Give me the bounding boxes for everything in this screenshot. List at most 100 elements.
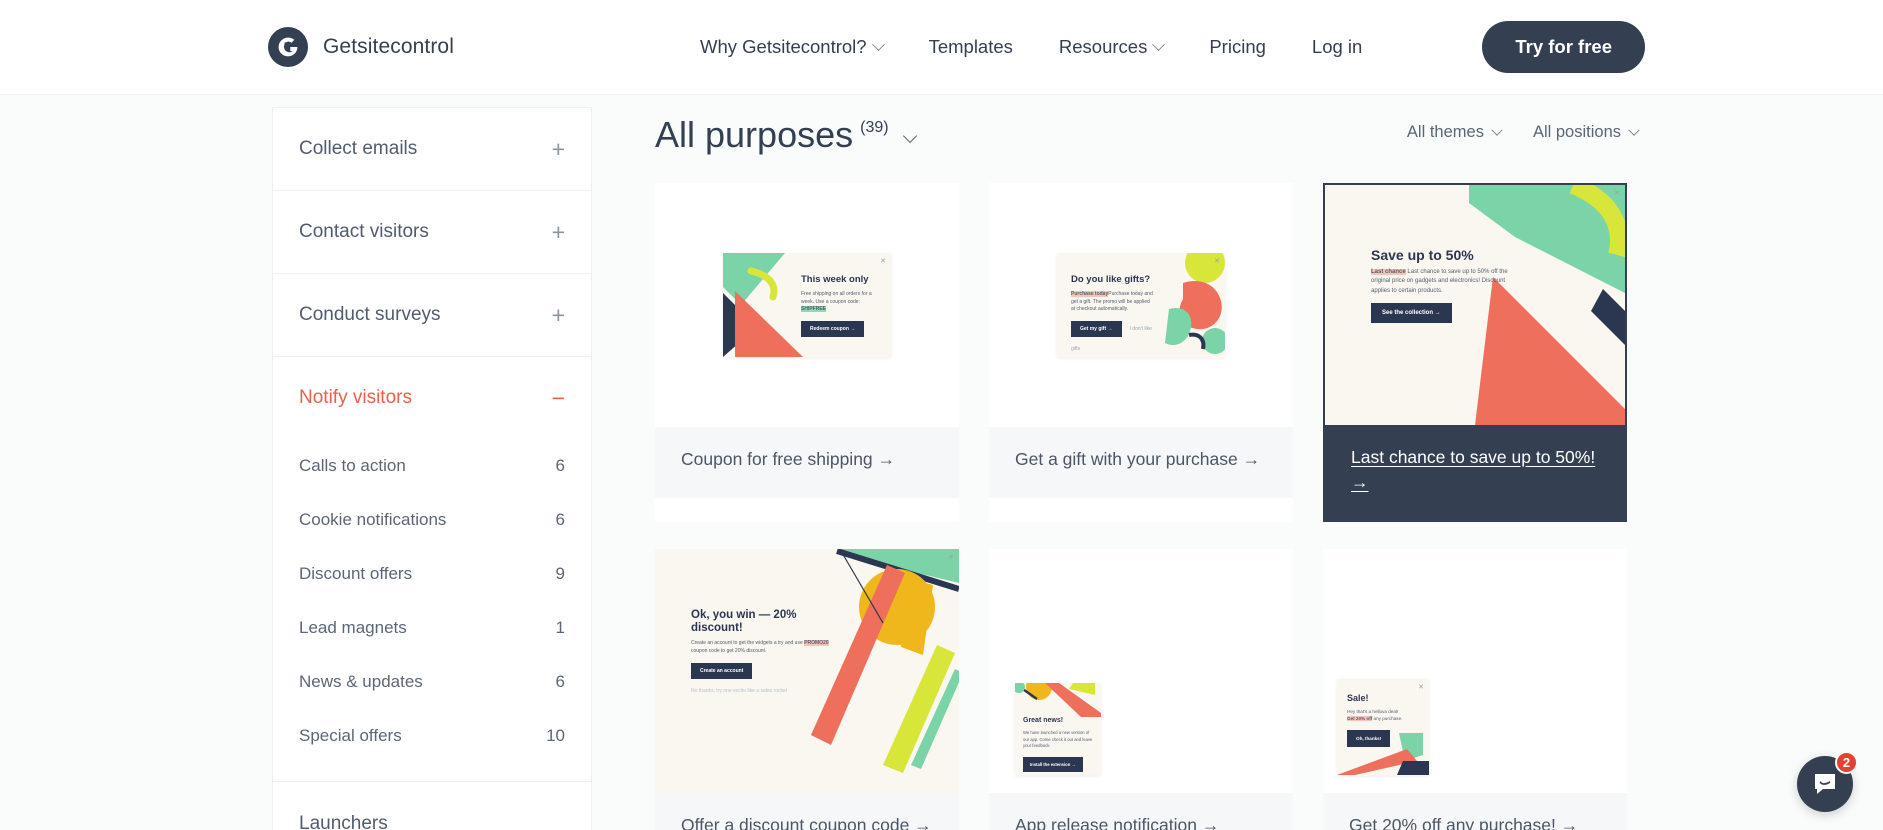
filter-all-positions[interactable]: All positions [1533,123,1640,142]
template-caption-text: Last chance to save up to 50%! → [1351,447,1596,492]
sidebar-subitem-list: Calls to action 6 Cookie notifications 6… [299,439,565,781]
template-caption-text: Offer a discount coupon code → [681,815,932,830]
sidebar-group-launchers: Launchers [273,782,591,830]
templates-main: All purposes (39) All themes All positio… [655,95,1883,830]
template-caption-text: Get a gift with your purchase → [1015,449,1261,469]
plus-icon: + [551,218,565,245]
template-card-featured[interactable]: ✕ Save up to 50% Last chance Last chance… [1323,183,1627,522]
nav-item-pricing[interactable]: Pricing [1209,36,1266,58]
sidebar-group-notify-visitors: Notify visitors − Calls to action 6 Cook… [273,357,591,782]
widget-mock: ✕ Save up to 50% Last chance Last chance… [1325,185,1625,425]
try-for-free-button[interactable]: Try for free [1482,21,1645,73]
nav-item-templates[interactable]: Templates [929,36,1013,58]
chat-launcher-button[interactable]: 2 [1797,751,1858,812]
chevron-down-icon [871,37,885,51]
widget-button: Install the extension → [1023,756,1083,772]
widget-body: Hey that's a helluva deal! Get 20% off a… [1347,709,1403,722]
template-preview: ✕ Sale! Hey that's a helluva deal! Get 2… [1323,549,1627,793]
widget-mock: Great news! We have launched a new versi… [1015,683,1101,775]
sidebar-group-contact-visitors: Contact visitors + [273,191,591,274]
template-card[interactable]: Great news! We have launched a new versi… [989,549,1293,830]
plus-icon: + [551,301,565,328]
sidebar-item-cookie-notifications[interactable]: Cookie notifications 6 [299,493,565,547]
plus-icon: + [551,135,565,162]
template-caption-text: Get 20% off any purchase! → [1349,815,1579,830]
widget-heading: Do you like gifts? [1071,274,1151,285]
sidebar-item-count: 6 [555,510,565,529]
main-header: All purposes (39) All themes All positio… [655,95,1883,171]
chat-unread-badge: 2 [1835,751,1858,774]
brand-name: Getsitecontrol [323,35,454,58]
widget-heading: Sale! [1347,693,1369,703]
sidebar-group-label: Launchers [299,813,388,830]
template-preview: ✕ Ok, you win — 20% discount! Create an … [655,549,959,793]
nav-label: Why Getsitecontrol? [700,36,867,57]
template-caption: Get a gift with your purchase → [989,427,1293,498]
template-card[interactable]: ✕ Sale! Hey that's a helluva deal! Get 2… [1323,549,1627,830]
template-card[interactable]: ✕ Do you like gifts? Purchase todayPurch… [989,183,1293,522]
template-caption-text: App release notification → [1015,815,1220,830]
sidebar-group-label: Contact visitors [299,221,429,242]
sidebar-item-news-and-updates[interactable]: News & updates 6 [299,655,565,709]
sidebar-item-calls-to-action[interactable]: Calls to action 6 [299,439,565,493]
widget-body: Free shipping on all orders for a week. … [801,290,872,313]
sidebar-group-toggle-conduct-surveys[interactable]: Conduct surveys + [299,274,565,356]
sidebar-group-toggle-launchers[interactable]: Launchers [299,782,565,830]
chevron-down-icon [902,128,917,144]
nav-item-resources[interactable]: Resources [1059,36,1166,58]
sidebar-item-count: 6 [555,456,565,475]
sidebar-item-lead-magnets[interactable]: Lead magnets 1 [299,601,565,655]
widget-mock: ✕ Do you like gifts? Purchase todayPurch… [1057,253,1225,357]
filter-all-themes[interactable]: All themes [1406,123,1503,142]
chat-bubble-smile-icon [1815,774,1835,794]
chevron-down-icon [1628,124,1640,136]
nav-item-why-getsitecontrol[interactable]: Why Getsitecontrol? [700,36,885,58]
sidebar-group-toggle-notify-visitors[interactable]: Notify visitors − [299,357,565,439]
sidebar-item-discount-offers[interactable]: Discount offers 9 [299,547,565,601]
template-caption-text: Coupon for free shipping → [681,449,896,469]
sidebar-group-toggle-contact-visitors[interactable]: Contact visitors + [299,191,565,273]
nav-label: Log in [1311,36,1363,57]
template-caption: Last chance to save up to 50%! → [1325,425,1625,520]
widget-mock: ✕ Ok, you win — 20% discount! Create an … [655,549,959,793]
page-body: Collect emails + Contact visitors + Cond… [0,95,1883,830]
nav-item-login[interactable]: Log in [1312,36,1362,58]
widget-button: Get my gift → [1071,321,1122,338]
widget-mock: ✕ This week only Free shipping on all or… [723,253,891,357]
sidebar-item-special-offers[interactable]: Special offers 10 [299,709,565,763]
sidebar-group-toggle-collect-emails[interactable]: Collect emails + [299,108,565,190]
template-caption: Offer a discount coupon code → [655,793,959,830]
template-card[interactable]: ✕ Ok, you win — 20% discount! Create an … [655,549,959,830]
sidebar-group-label: Conduct surveys [299,304,441,325]
sidebar-item-label: Discount offers [299,564,413,583]
getsitecontrol-logo-icon [268,27,308,67]
widget-heading: Ok, you win — 20% discount! [691,609,797,635]
widget-heading: Great news! [1023,717,1064,724]
page-title-dropdown[interactable]: All purposes (39) [655,114,917,155]
category-sidebar: Collect emails + Contact visitors + Cond… [272,107,592,830]
page-title-count: (39) [860,119,889,136]
sidebar-item-label: Lead magnets [299,618,407,637]
sidebar-item-label: Cookie notifications [299,510,447,529]
filter-bar: All themes All positions [1406,123,1640,142]
sidebar-item-label: Special offers [299,726,402,745]
widget-button: Create an account [691,662,753,679]
widget-heading: Save up to 50% [1371,247,1474,263]
page-title: All purposes [655,114,854,155]
widget-heading: This week only [801,274,869,285]
nav-label: Pricing [1209,36,1266,57]
nav-label: Templates [928,36,1013,57]
sidebar-group-label: Notify visitors [299,387,412,408]
sidebar-item-count: 6 [555,672,565,691]
sidebar-group-conduct-surveys: Conduct surveys + [273,274,591,357]
widget-body: Create an account to get the widgets a t… [691,640,829,655]
sidebar-item-count: 10 [546,726,565,745]
filter-label: All themes [1406,123,1484,141]
brand-logo-link[interactable]: Getsitecontrol [268,27,454,67]
site-header: Getsitecontrol Why Getsitecontrol? Templ… [0,0,1883,95]
minus-icon: − [551,384,565,411]
template-grid: ✕ This week only Free shipping on all or… [655,183,1883,830]
template-card[interactable]: ✕ This week only Free shipping on all or… [655,183,959,522]
template-preview: ✕ Save up to 50% Last chance Last chance… [1325,185,1625,425]
sidebar-item-count: 9 [555,564,565,583]
